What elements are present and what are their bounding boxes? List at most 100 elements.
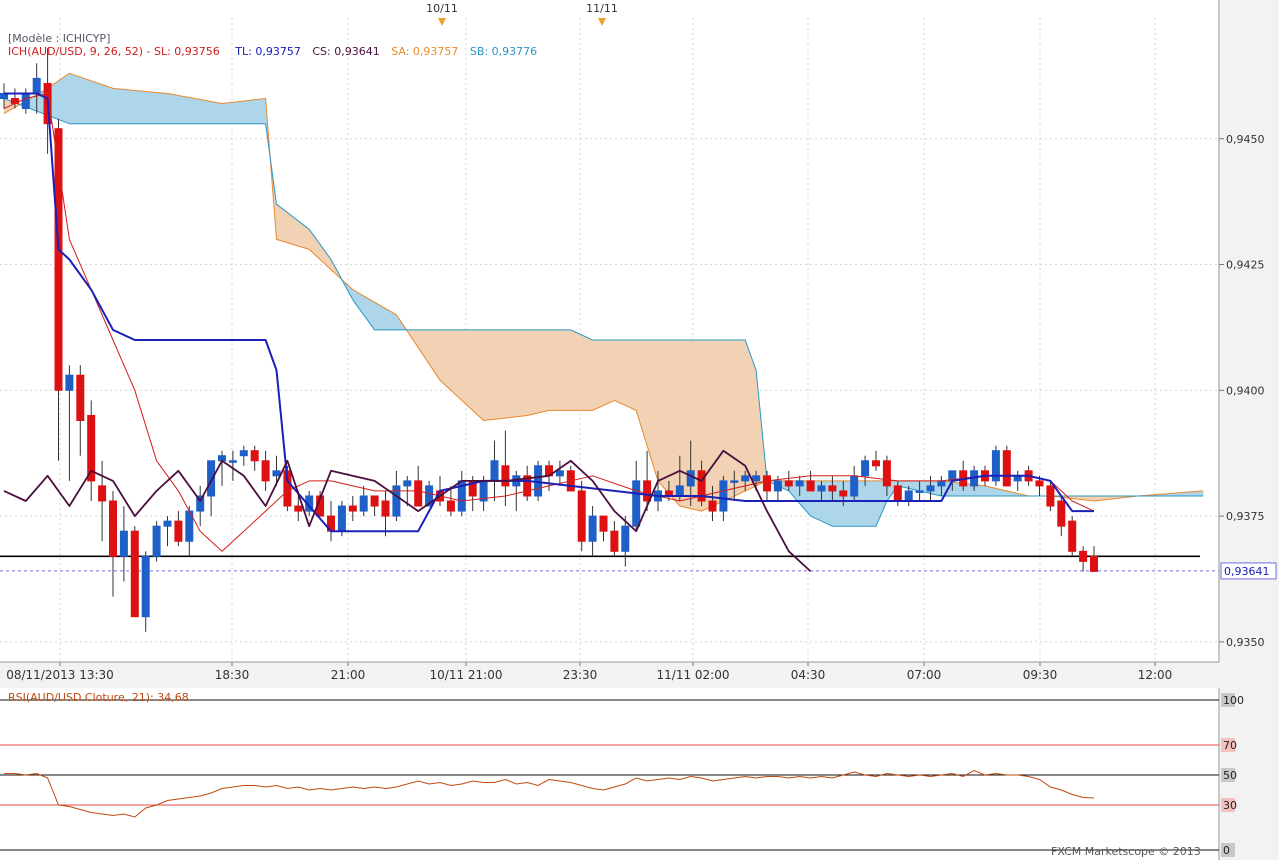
model-label: [Modèle : ICHICYP] xyxy=(8,32,111,45)
x-tick-label: 18:30 xyxy=(215,668,250,682)
candle-body xyxy=(763,475,771,492)
kumo-cloud xyxy=(3,72,1204,527)
kumo-segment xyxy=(205,100,212,124)
candle-body xyxy=(1090,555,1098,572)
candle-body xyxy=(163,520,172,527)
session-marker-label: 11/11 xyxy=(586,2,618,15)
kumo-segment xyxy=(194,98,201,124)
kumo-segment xyxy=(139,90,146,124)
kumo-segment xyxy=(199,99,206,124)
candle-body xyxy=(1079,550,1088,562)
kumo-segment xyxy=(445,329,452,391)
kumo-segment xyxy=(412,329,419,349)
candle-body xyxy=(76,374,85,421)
kumo-segment xyxy=(625,339,632,409)
kumo-segment xyxy=(112,88,119,124)
legend-tl: TL: 0,93757 xyxy=(235,45,301,58)
kumo-segment xyxy=(248,99,255,124)
candle-body xyxy=(795,480,804,487)
kumo-segment xyxy=(554,329,561,411)
candle-body xyxy=(239,450,248,457)
candle-body xyxy=(555,470,564,477)
x-tick-label: 12:00 xyxy=(1138,668,1173,682)
candle-body xyxy=(32,77,41,94)
kumo-segment xyxy=(216,102,223,124)
rsi-level-label: 0 xyxy=(1223,844,1230,857)
kumo-segment xyxy=(488,329,495,421)
kumo-segment xyxy=(734,339,741,497)
candle-body xyxy=(109,500,117,557)
rsi-level-label: 30 xyxy=(1223,799,1237,812)
kumo-segment xyxy=(521,329,528,417)
kumo-segment xyxy=(679,339,686,508)
y-tick-label: 0,9425 xyxy=(1226,259,1265,272)
session-marker-icon xyxy=(598,18,606,26)
kumo-segment xyxy=(581,334,588,411)
candle-body xyxy=(174,520,183,542)
legend-sb: SB: 0,93776 xyxy=(469,45,538,58)
rsi-line-layer xyxy=(4,769,1095,818)
candle-body xyxy=(861,460,870,477)
candle-body xyxy=(141,555,150,618)
kumo-segment xyxy=(461,329,468,407)
kumo-segment xyxy=(90,80,97,124)
candle-body xyxy=(708,500,717,512)
kumo-segment xyxy=(652,339,659,481)
candle-body xyxy=(250,450,259,462)
candle-body xyxy=(272,470,281,477)
candle-body xyxy=(719,480,728,512)
candle-body xyxy=(261,460,270,482)
price-axis-background xyxy=(1219,0,1279,688)
horizontal-line-layer xyxy=(0,555,1219,572)
kumo-segment xyxy=(292,216,299,247)
price-chart[interactable]: 0,9450 0,9425 0,9400 0,9375 0,9350 0,93641 08… xyxy=(0,0,1279,688)
kumo-segment xyxy=(537,329,544,414)
kumo-segment xyxy=(172,94,179,124)
kumo-segment xyxy=(423,329,430,365)
kumo-segment xyxy=(52,80,59,120)
candle-body xyxy=(381,500,390,517)
kumo-segment xyxy=(161,92,168,124)
candle-body xyxy=(632,480,641,527)
kumo-segment xyxy=(843,480,850,527)
kumo-segment xyxy=(608,339,615,404)
rsi-level-label: 70 xyxy=(1223,739,1237,752)
kumo-segment xyxy=(559,329,566,411)
rsi-chart[interactable]: 100 70 50 30 0 xyxy=(0,688,1279,860)
legend-sa: SA: 0,93757 xyxy=(391,45,459,58)
candle-body xyxy=(207,460,216,497)
kumo-segment xyxy=(717,339,724,504)
candle-body xyxy=(446,500,455,512)
candle-body xyxy=(501,465,510,487)
kumo-segment xyxy=(210,101,217,124)
candle-body xyxy=(926,485,935,492)
candle-body xyxy=(828,485,837,492)
kumo-segment xyxy=(575,331,582,411)
candle-body xyxy=(1002,450,1011,487)
kumo-segment xyxy=(870,480,877,527)
kumo-segment xyxy=(379,304,386,331)
kumo-segment xyxy=(657,339,664,488)
candle-body xyxy=(806,480,815,492)
rsi-level-label: 50 xyxy=(1223,769,1237,782)
kumo-segment xyxy=(510,329,517,418)
candle-body xyxy=(21,92,30,110)
candle-body xyxy=(130,530,139,618)
ichimoku-legend: ICH(AUD/USD, 9, 26, 52) - SL: 0,93756 TL… xyxy=(8,45,537,58)
kumo-segment xyxy=(723,339,730,502)
kumo-segment xyxy=(859,480,866,527)
kumo-segment xyxy=(183,96,190,124)
kumo-segment xyxy=(494,329,501,420)
y-tick-label: 0,9375 xyxy=(1226,510,1265,523)
candle-body xyxy=(686,470,695,487)
kumo-segment xyxy=(243,100,250,124)
kumo-segment xyxy=(118,88,125,124)
kumo-segment xyxy=(706,339,713,510)
kumo-segment xyxy=(456,329,463,402)
candle-body xyxy=(893,485,902,502)
candle-body xyxy=(872,460,880,467)
kumo-segment xyxy=(80,76,87,124)
kumo-segment xyxy=(96,82,103,124)
candle-body xyxy=(784,480,793,487)
candle-body xyxy=(1035,480,1044,487)
